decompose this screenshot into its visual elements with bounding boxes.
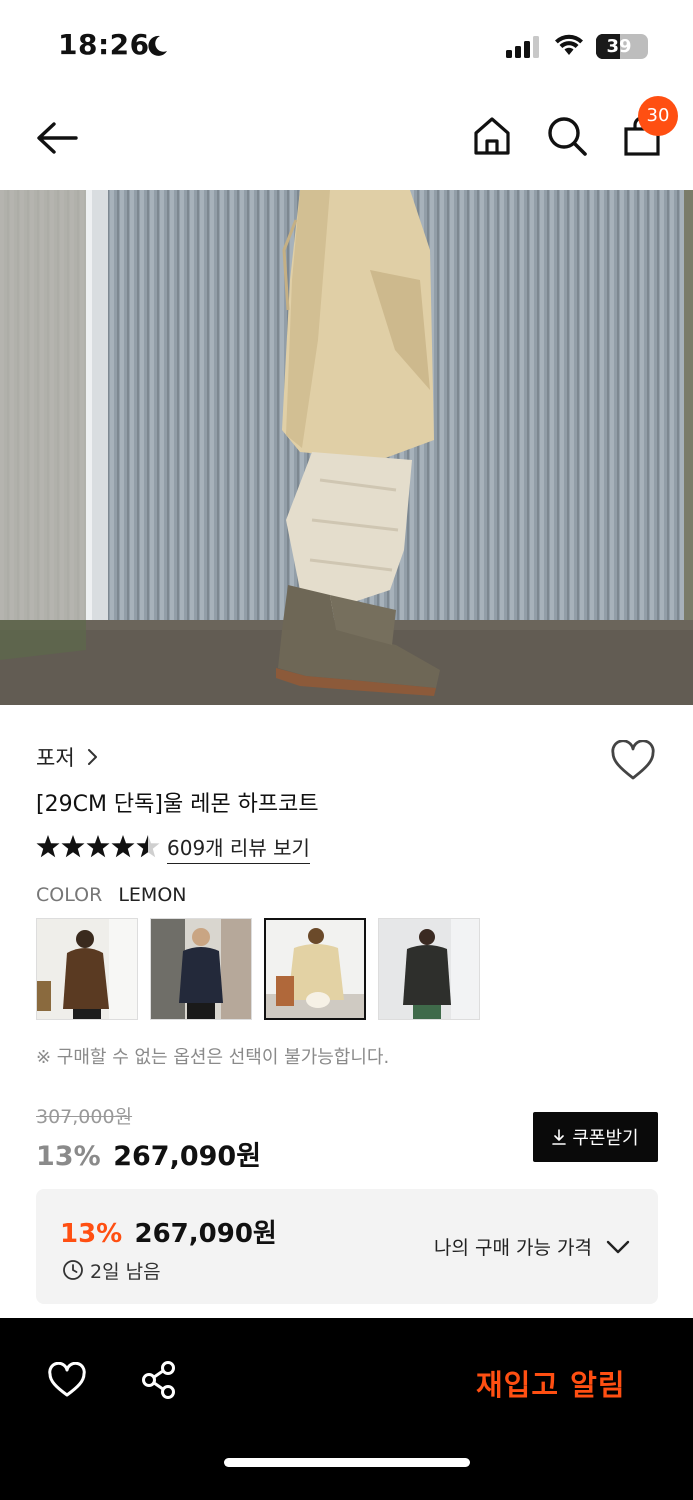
review-link[interactable]: 609개 리뷰 보기 bbox=[167, 832, 310, 864]
restock-alert-button[interactable]: 재입고 알림 bbox=[476, 1362, 626, 1404]
rating-stars bbox=[36, 835, 160, 858]
my-price-box[interactable]: 13% 267,090원 2일 남음 나의 구매 가능 가격 bbox=[36, 1189, 658, 1304]
status-time: 18:26 bbox=[58, 28, 150, 61]
brand-name[interactable]: 포저 bbox=[36, 742, 75, 772]
swatch-navy[interactable] bbox=[150, 918, 252, 1020]
heart-icon[interactable] bbox=[48, 1362, 86, 1398]
color-row: COLOR LEMON bbox=[36, 884, 187, 906]
star-icon bbox=[36, 835, 60, 858]
coupon-label: 쿠폰받기 bbox=[572, 1128, 639, 1149]
product-hero-image[interactable] bbox=[0, 190, 693, 705]
color-value: LEMON bbox=[118, 884, 187, 906]
home-indicator bbox=[224, 1458, 470, 1467]
my-price: 13% 267,090원 bbox=[60, 1213, 277, 1250]
discount-rate: 13% bbox=[36, 1141, 101, 1172]
star-icon bbox=[86, 835, 110, 858]
moon-icon bbox=[148, 35, 167, 56]
clock-icon bbox=[63, 1260, 83, 1280]
home-icon[interactable] bbox=[472, 115, 512, 157]
color-label: COLOR bbox=[36, 884, 103, 906]
star-icon bbox=[61, 835, 85, 858]
time-remaining: 2일 남음 bbox=[62, 1257, 161, 1283]
cart-count-badge: 30 bbox=[638, 96, 678, 136]
my-price-toggle[interactable]: 나의 구매 가능 가격 bbox=[434, 1233, 630, 1260]
my-price-link-label: 나의 구매 가능 가격 bbox=[434, 1237, 592, 1259]
time-remaining-text: 2일 남음 bbox=[90, 1260, 161, 1283]
top-nav bbox=[0, 90, 693, 190]
wifi-icon bbox=[555, 34, 583, 55]
bottom-action-bar: 재입고 알림 bbox=[0, 1318, 693, 1500]
status-bar: 18:26 39 bbox=[0, 0, 693, 90]
product-title: [29CM 단독]울 레몬 하프코트 bbox=[36, 792, 319, 817]
price-row: 13% 267,090원 bbox=[36, 1134, 261, 1173]
half-star-icon bbox=[136, 835, 160, 858]
back-arrow-icon[interactable] bbox=[34, 118, 80, 158]
signal-icon bbox=[506, 36, 539, 58]
swatch-brown[interactable] bbox=[36, 918, 138, 1020]
download-icon bbox=[552, 1129, 567, 1145]
swatch-charcoal[interactable] bbox=[378, 918, 480, 1020]
battery-percent: 39 bbox=[606, 36, 632, 57]
search-icon[interactable] bbox=[546, 115, 588, 157]
coupon-button[interactable]: 쿠폰받기 bbox=[533, 1112, 658, 1162]
my-discount-rate: 13% bbox=[60, 1219, 123, 1249]
star-icon bbox=[111, 835, 135, 858]
wishlist-heart-icon[interactable] bbox=[610, 740, 656, 782]
sale-price: 267,090원 bbox=[113, 1141, 262, 1172]
chevron-right-icon[interactable] bbox=[86, 746, 100, 768]
option-notice: ※ 구매할 수 없는 옵션은 선택이 불가능합니다. bbox=[36, 1047, 390, 1068]
chevron-down-icon bbox=[606, 1240, 630, 1253]
original-price: 307,000원 bbox=[36, 1106, 133, 1128]
my-price-amount: 267,090원 bbox=[134, 1219, 277, 1249]
battery-icon: 39 bbox=[596, 34, 648, 59]
share-icon[interactable] bbox=[141, 1360, 177, 1400]
swatch-lemon[interactable] bbox=[264, 918, 366, 1020]
